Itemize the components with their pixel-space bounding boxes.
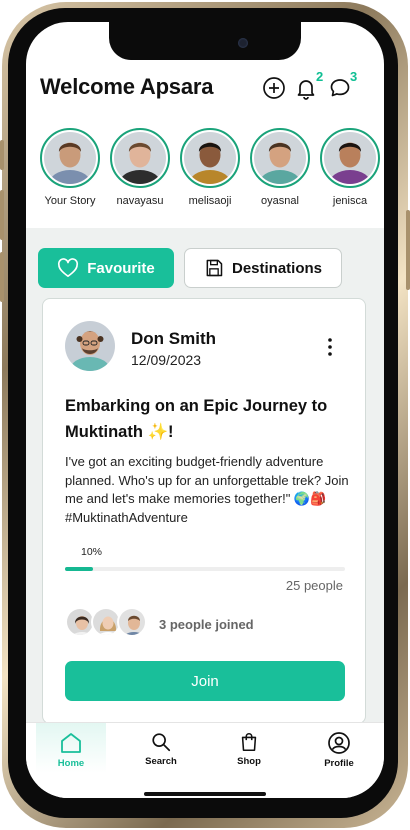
- story-ring: [110, 128, 170, 188]
- capacity-label: 25 people: [285, 578, 343, 593]
- post-body: I've got an exciting budget-friendly adv…: [65, 454, 349, 525]
- volume-up-button: [0, 190, 4, 240]
- story-item[interactable]: navayasu: [108, 128, 172, 207]
- bell-icon[interactable]: [294, 76, 318, 100]
- messages-badge: 3: [350, 69, 358, 84]
- avatar: [184, 132, 236, 184]
- avatar: [114, 132, 166, 184]
- joined-avatar: [117, 607, 147, 637]
- post-card: Don Smith 12/09/2023 Embarking on an Epi…: [42, 298, 366, 724]
- search-icon: [152, 733, 171, 752]
- home-indicator: [144, 792, 266, 796]
- join-button[interactable]: Join: [65, 661, 345, 701]
- shopping-bag-icon: [241, 733, 257, 752]
- nav-home-label: Home: [57, 758, 85, 769]
- progress-bar: [65, 567, 345, 571]
- page-title: Welcome Apsara: [40, 74, 214, 99]
- nav-search-label: Search: [145, 756, 177, 767]
- profile-icon: [328, 732, 350, 754]
- tab-destinations[interactable]: Destinations: [184, 248, 342, 288]
- progress-label: 10%: [81, 546, 103, 558]
- story-ring: [40, 128, 100, 188]
- side-button: [0, 140, 4, 170]
- nav-home[interactable]: Home: [36, 723, 106, 773]
- stories-row: Your Story navayasu melisaoji oyasnal jenisc…: [26, 128, 384, 224]
- power-button: [406, 210, 410, 290]
- avatar[interactable]: [65, 321, 115, 371]
- bottom-nav: Home Search Shop Profile: [26, 722, 384, 798]
- app-screen: Welcome Apsara 2 3 Your Story navayasu mel…: [26, 22, 384, 798]
- heart-icon: [58, 258, 79, 277]
- nav-search[interactable]: Search: [126, 723, 196, 773]
- story-name: jenisca: [332, 195, 368, 207]
- nav-profile[interactable]: Profile: [304, 723, 374, 773]
- avatar: [254, 132, 306, 184]
- story-item[interactable]: melisaoji: [178, 128, 242, 207]
- tab-favourite[interactable]: Favourite: [38, 248, 174, 288]
- story-ring: [180, 128, 240, 188]
- post-author[interactable]: Don Smith: [131, 329, 216, 349]
- notch: [109, 22, 301, 60]
- volume-down-button: [0, 252, 4, 302]
- notifications-badge: 2: [316, 69, 324, 84]
- post-date: 12/09/2023: [131, 352, 202, 368]
- tab-favourite-label: Favourite: [87, 259, 155, 277]
- joined-avatars[interactable]: [65, 607, 155, 639]
- save-icon: [206, 259, 223, 277]
- tab-destinations-label: Destinations: [231, 259, 322, 277]
- joined-count: 3 people joined: [159, 617, 254, 632]
- camera: [238, 38, 248, 48]
- chat-bubble-icon[interactable]: [328, 76, 352, 100]
- story-name: melisaoji: [188, 195, 232, 207]
- story-ring: [320, 128, 380, 188]
- progress-fill: [65, 567, 93, 571]
- post-title: Embarking on an Epic Journey to Muktinat…: [65, 397, 328, 441]
- story-name: Your Story: [44, 195, 96, 207]
- story-item[interactable]: oyasnal: [248, 128, 312, 207]
- story-name: oyasnal: [261, 195, 299, 207]
- nav-shop-label: Shop: [237, 756, 261, 767]
- story-item[interactable]: jenisca: [318, 128, 382, 207]
- avatar: [44, 132, 96, 184]
- header: Welcome Apsara 2 3: [26, 69, 384, 114]
- more-options-icon[interactable]: [325, 337, 335, 357]
- feed-area: Favourite Destinations Don Smith 12/09/2…: [26, 228, 384, 724]
- story-ring: [250, 128, 310, 188]
- avatar: [324, 132, 376, 184]
- story-item[interactable]: Your Story: [38, 128, 102, 207]
- story-name: navayasu: [116, 195, 164, 207]
- nav-profile-label: Profile: [324, 758, 354, 769]
- nav-shop[interactable]: Shop: [214, 723, 284, 773]
- add-circle-icon[interactable]: [262, 76, 286, 100]
- home-icon: [61, 733, 81, 753]
